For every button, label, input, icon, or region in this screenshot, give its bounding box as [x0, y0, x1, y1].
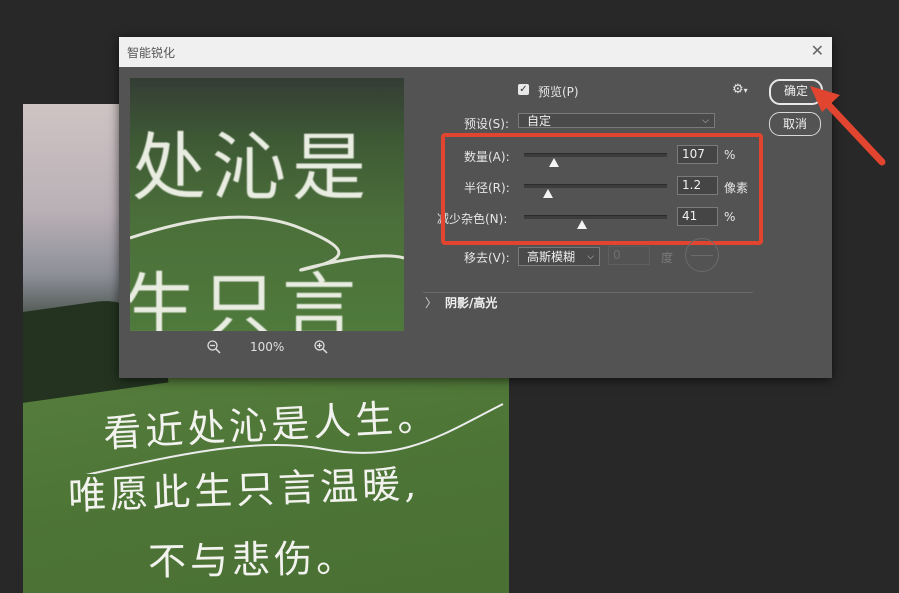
- zoom-out-icon[interactable]: [206, 339, 222, 355]
- preset-value: 自定: [527, 114, 552, 128]
- dialog-title: 智能锐化: [127, 46, 176, 60]
- section-label: 阴影/高光: [445, 296, 498, 310]
- annotation-highlight-box: [441, 133, 763, 245]
- preset-label: 预设(S):: [464, 117, 510, 131]
- angle-dial[interactable]: [685, 238, 719, 272]
- preview-checkbox[interactable]: ✓: [518, 84, 529, 95]
- preview-pane[interactable]: 处沁是 生只言: [130, 78, 404, 331]
- zoom-in-icon[interactable]: [313, 339, 329, 355]
- zoom-level: 100%: [250, 340, 285, 354]
- close-icon[interactable]: ✕: [811, 41, 824, 60]
- preset-select[interactable]: 自定 ⌵: [518, 113, 715, 128]
- smart-sharpen-dialog: 智能锐化 ✕ 处沁是 生只言 100% ✓ 预览(P) ⚙▾ 确定 取消 预设(…: [119, 37, 832, 378]
- gear-icon[interactable]: ⚙▾: [732, 82, 748, 97]
- ok-button[interactable]: 确定: [769, 79, 823, 105]
- preview-text-line-2: 生只言: [130, 265, 362, 331]
- chevron-down-icon: ⌵: [587, 252, 594, 262]
- chevron-down-icon: ⌵: [702, 116, 709, 126]
- document-text-line-3: 不与悲伤。: [147, 536, 359, 584]
- remove-value: 高斯模糊: [527, 250, 576, 264]
- angle-input[interactable]: 0: [608, 246, 650, 265]
- section-divider: [423, 292, 753, 293]
- shadow-highlight-section-toggle[interactable]: 〉阴影/高光: [425, 294, 497, 311]
- dialog-titlebar: 智能锐化 ✕: [119, 37, 832, 67]
- angle-unit: 度: [661, 251, 674, 265]
- chevron-right-icon: 〉: [425, 296, 438, 310]
- cancel-button[interactable]: 取消: [769, 112, 821, 136]
- remove-select[interactable]: 高斯模糊 ⌵: [518, 247, 600, 266]
- preview-checkbox-label[interactable]: 预览(P): [538, 83, 579, 100]
- remove-label: 移去(V):: [464, 251, 510, 265]
